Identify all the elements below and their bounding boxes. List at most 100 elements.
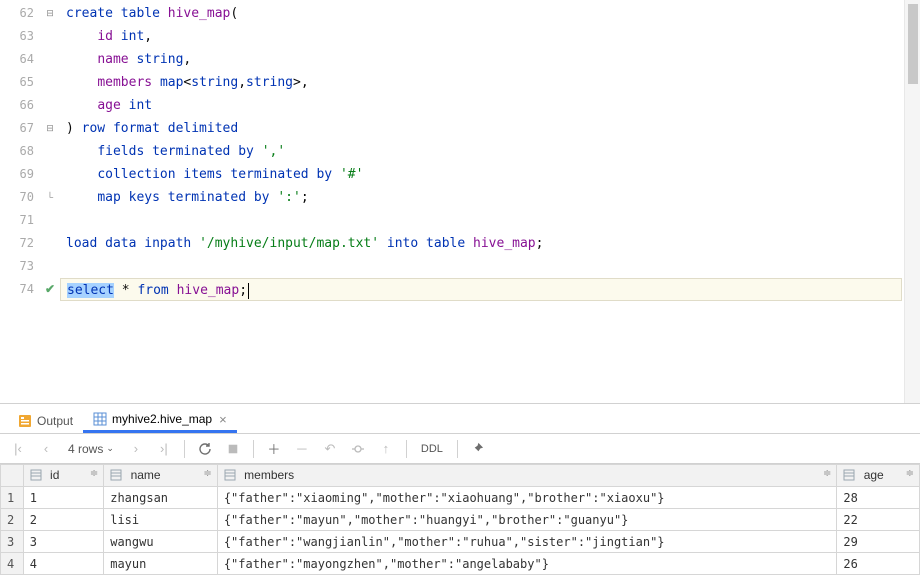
add-row-button[interactable]: ＋ (262, 437, 286, 461)
cell-age[interactable]: 26 (837, 553, 920, 575)
cell-age[interactable]: 29 (837, 531, 920, 553)
fold-marker[interactable] (40, 255, 60, 278)
remove-row-button[interactable]: － (290, 437, 314, 461)
column-header-members[interactable]: members≑ (217, 465, 837, 487)
line-number: 70 (0, 186, 40, 209)
line-number: 65 (0, 71, 40, 94)
code-line[interactable]: name string, (60, 48, 902, 71)
column-header-age[interactable]: age≑ (837, 465, 920, 487)
line-number: 69 (0, 163, 40, 186)
line-number: 62 (0, 2, 40, 25)
cell-members[interactable]: {"father":"mayongzhen","mother":"angelab… (217, 553, 837, 575)
fold-marker[interactable] (40, 71, 60, 94)
result-tabs: Output myhive2.hive_map × (0, 408, 920, 434)
cell-id[interactable]: 3 (23, 531, 104, 553)
code-area[interactable]: create table hive_map( id int, name stri… (60, 0, 902, 301)
row-number: 1 (1, 487, 24, 509)
line-number: 73 (0, 255, 40, 278)
revert-button[interactable]: ↶ (318, 437, 342, 461)
fold-marker[interactable] (40, 48, 60, 71)
cell-name[interactable]: mayun (104, 553, 218, 575)
fold-marker[interactable]: ⊟ (40, 2, 60, 25)
cell-name[interactable]: lisi (104, 509, 218, 531)
cell-members[interactable]: {"father":"wangjianlin","mother":"ruhua"… (217, 531, 837, 553)
fold-marker[interactable] (40, 209, 60, 232)
column-header-name[interactable]: name≑ (104, 465, 218, 487)
row-number: 4 (1, 553, 24, 575)
row-number: 2 (1, 509, 24, 531)
scroll-thumb[interactable] (908, 4, 918, 84)
fold-marker[interactable]: ⊟ (40, 117, 60, 140)
line-number: 67 (0, 117, 40, 140)
line-number-gutter: 62636465666768697071727374 (0, 0, 40, 301)
close-icon[interactable]: × (219, 412, 227, 427)
code-line[interactable] (60, 209, 902, 232)
code-line[interactable]: fields terminated by ',' (60, 140, 902, 163)
sort-icon: ≑ (906, 468, 913, 479)
next-page-button[interactable]: › (124, 437, 148, 461)
submit-button[interactable]: ↑ (374, 437, 398, 461)
line-number: 71 (0, 209, 40, 232)
line-number: 63 (0, 25, 40, 48)
commit-button[interactable] (346, 437, 370, 461)
table-row[interactable]: 11zhangsan{"father":"xiaoming","mother":… (1, 487, 920, 509)
fold-marker[interactable] (40, 163, 60, 186)
first-page-button[interactable]: |‹ (6, 437, 30, 461)
row-number: 3 (1, 531, 24, 553)
line-number: 64 (0, 48, 40, 71)
cell-age[interactable]: 22 (837, 509, 920, 531)
result-grid[interactable]: id≑ name≑ members≑ age≑ 11 (0, 464, 920, 577)
last-page-button[interactable]: ›| (152, 437, 176, 461)
table-icon (93, 412, 107, 426)
column-icon (110, 469, 124, 483)
sort-icon: ≑ (90, 468, 97, 479)
code-line[interactable]: collection items terminated by '#' (60, 163, 902, 186)
code-line[interactable]: ) row format delimited (60, 117, 902, 140)
fold-marker[interactable] (40, 25, 60, 48)
code-line[interactable]: create table hive_map( (60, 2, 902, 25)
code-line[interactable]: members map<string,string>, (60, 71, 902, 94)
fold-marker[interactable] (40, 140, 60, 163)
fold-marker[interactable]: └ (40, 186, 60, 209)
line-number: 68 (0, 140, 40, 163)
reload-button[interactable] (193, 437, 217, 461)
pin-button[interactable] (466, 437, 490, 461)
tab-output-label: Output (37, 414, 73, 428)
prev-page-button[interactable]: ‹ (34, 437, 58, 461)
ddl-button[interactable]: DDL (415, 443, 449, 455)
rows-count-dropdown[interactable]: 4 rows ⌄ (62, 442, 120, 456)
code-line[interactable] (60, 255, 902, 278)
column-icon (843, 469, 857, 483)
cell-id[interactable]: 2 (23, 509, 104, 531)
fold-marker[interactable] (40, 94, 60, 117)
cell-id[interactable]: 4 (23, 553, 104, 575)
cell-id[interactable]: 1 (23, 487, 104, 509)
column-icon (224, 469, 238, 483)
code-line[interactable]: age int (60, 94, 902, 117)
code-line[interactable]: id int, (60, 25, 902, 48)
table-row[interactable]: 33wangwu{"father":"wangjianlin","mother"… (1, 531, 920, 553)
cell-age[interactable]: 28 (837, 487, 920, 509)
code-line[interactable]: map keys terminated by ':'; (60, 186, 902, 209)
stop-button[interactable] (221, 437, 245, 461)
tab-output[interactable]: Output (8, 408, 83, 433)
fold-marker[interactable] (40, 232, 60, 255)
code-line[interactable]: select * from hive_map; (60, 278, 902, 301)
table-row[interactable]: 44mayun{"father":"mayongzhen","mother":"… (1, 553, 920, 575)
cell-members[interactable]: {"father":"mayun","mother":"huangyi","br… (217, 509, 837, 531)
output-icon (18, 414, 32, 428)
cell-name[interactable]: wangwu (104, 531, 218, 553)
results-panel: Output myhive2.hive_map × |‹ ‹ 4 rows ⌄ … (0, 408, 920, 577)
cell-members[interactable]: {"father":"xiaoming","mother":"xiaohuang… (217, 487, 837, 509)
cell-name[interactable]: zhangsan (104, 487, 218, 509)
line-number: 66 (0, 94, 40, 117)
result-toolbar: |‹ ‹ 4 rows ⌄ › ›| ＋ － ↶ ↑ DDL (0, 434, 920, 464)
tab-result[interactable]: myhive2.hive_map × (83, 408, 237, 433)
sql-editor[interactable]: 62636465666768697071727374 ⊟ ⊟ └ create ta… (0, 0, 920, 403)
fold-column: ⊟ ⊟ └ (40, 0, 60, 301)
table-row[interactable]: 22lisi{"father":"mayun","mother":"huangy… (1, 509, 920, 531)
vertical-scrollbar[interactable] (904, 0, 920, 403)
code-line[interactable]: load data inpath '/myhive/input/map.txt'… (60, 232, 902, 255)
column-header-id[interactable]: id≑ (23, 465, 104, 487)
column-icon (30, 469, 44, 483)
